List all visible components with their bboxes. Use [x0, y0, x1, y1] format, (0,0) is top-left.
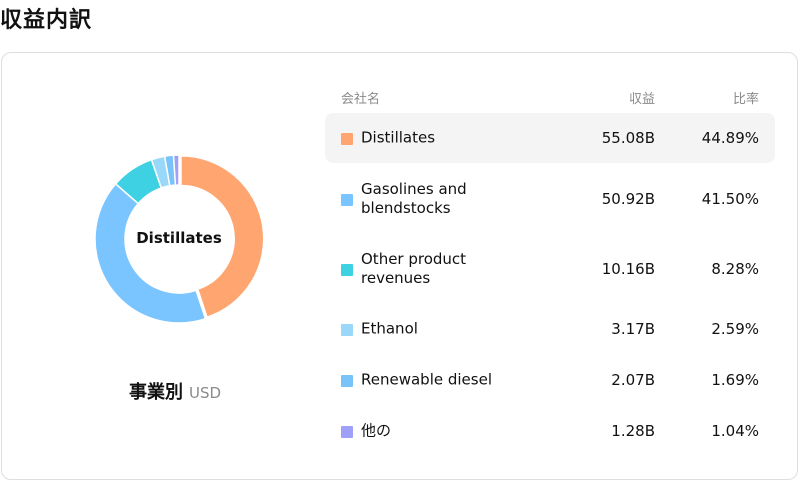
- column-header-revenue: 収益: [628, 92, 655, 107]
- table-row[interactable]: Distillates 55.08B 44.89%: [325, 113, 775, 163]
- column-header-name: 会社名: [341, 92, 381, 107]
- table-row[interactable]: Ethanol 3.17B 2.59%: [325, 304, 775, 354]
- row-revenue: 55.08B: [601, 129, 655, 147]
- page-title: 収益内訳: [0, 8, 93, 33]
- table-row[interactable]: 他の 1.28B 1.04%: [325, 406, 775, 456]
- row-ratio: 1.04%: [711, 422, 759, 440]
- column-header-ratio: 比率: [732, 92, 759, 107]
- row-name: Distillates: [361, 128, 436, 147]
- legend-swatch: [341, 194, 353, 206]
- row-revenue: 3.17B: [611, 320, 655, 338]
- row-name: Ethanol: [361, 319, 418, 338]
- row-revenue: 10.16B: [601, 260, 655, 278]
- table-row[interactable]: Gasolines and blendstocks 50.92B 41.50%: [325, 174, 775, 224]
- caption-main: 事業別: [128, 382, 183, 403]
- legend-swatch: [341, 426, 353, 438]
- legend-swatch: [341, 324, 353, 336]
- row-name: Gasolines and blendstocks: [361, 180, 467, 217]
- table-row[interactable]: Other product revenues 10.16B 8.28%: [325, 244, 775, 294]
- row-ratio: 8.28%: [711, 260, 759, 278]
- row-ratio: 41.50%: [701, 190, 759, 208]
- row-revenue: 50.92B: [601, 190, 655, 208]
- row-ratio: 44.89%: [701, 129, 759, 147]
- donut-center-label: Distillates: [136, 229, 222, 247]
- row-ratio: 2.59%: [711, 320, 759, 338]
- table-row[interactable]: Renewable diesel 2.07B 1.69%: [325, 355, 775, 405]
- donut-slice[interactable]: [94, 182, 207, 324]
- legend-swatch: [341, 375, 353, 387]
- legend-swatch: [341, 133, 353, 145]
- row-name: Other product revenues: [361, 250, 467, 287]
- legend-swatch: [341, 264, 353, 276]
- chart-caption: 事業別 USD: [0, 378, 350, 404]
- row-name: Renewable diesel: [361, 370, 492, 389]
- row-revenue: 1.28B: [611, 422, 655, 440]
- row-revenue: 2.07B: [611, 371, 655, 389]
- row-name: 他の: [361, 421, 392, 440]
- caption-currency: USD: [188, 384, 222, 402]
- row-ratio: 1.69%: [711, 371, 759, 389]
